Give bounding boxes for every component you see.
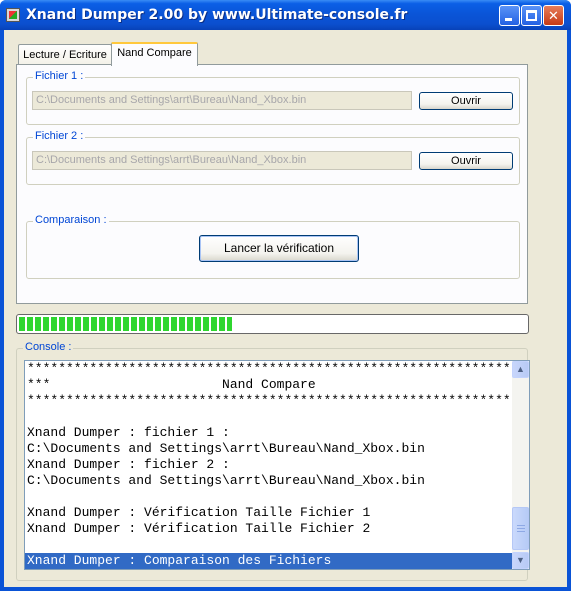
console-group: Console : ******************************… [16,341,530,581]
comparaison-legend: Comparaison : [33,214,109,226]
scroll-up-button[interactable]: ▲ [512,361,529,378]
title-bar[interactable]: Xnand Dumper 2.00 by www.Ultimate-consol… [0,0,571,30]
close-icon: ✕ [548,8,559,23]
console-legend: Console : [23,341,74,353]
fichier1-group: Fichier 1 : C:\Documents and Settings\ar… [26,70,520,125]
window-title: Xnand Dumper 2.00 by www.Ultimate-consol… [26,7,408,23]
progress-fill [19,317,232,331]
tab-panel-nand-compare: Fichier 1 : C:\Documents and Settings\ar… [16,64,528,304]
progress-bar [16,314,529,334]
console-line[interactable]: C:\Documents and Settings\arrt\Bureau\Na… [25,441,529,457]
console-line[interactable]: Xnand Dumper : Vérification Taille Fichi… [25,521,529,537]
scroll-down-button[interactable]: ▼ [512,552,529,569]
console-listbox[interactable]: ****************************************… [24,360,530,570]
window-frame-bottom [0,587,571,591]
window-frame-right [567,30,571,591]
lancer-verification-button[interactable]: Lancer la vérification [199,235,359,262]
close-button[interactable]: ✕ [543,5,564,26]
fichier2-path-field[interactable]: C:\Documents and Settings\arrt\Bureau\Na… [32,151,412,170]
grip-line [517,531,525,532]
console-line[interactable] [25,409,529,425]
fichier1-path-field[interactable]: C:\Documents and Settings\arrt\Bureau\Na… [32,91,412,110]
fichier2-ouvrir-button[interactable]: Ouvrir [419,152,513,170]
console-line[interactable]: ****************************************… [25,361,529,377]
console-lines: ****************************************… [25,361,529,569]
console-line[interactable]: C:\Documents and Settings\arrt\Bureau\Na… [25,473,529,489]
minimize-icon [505,18,512,21]
maximize-button[interactable] [521,5,542,26]
tab-lecture-ecriture[interactable]: Lecture / Ecriture [18,44,112,65]
fichier2-legend: Fichier 2 : [33,130,86,142]
console-scrollbar[interactable]: ▲ ▼ [512,361,529,569]
console-line[interactable]: Xnand Dumper : fichier 1 : [25,425,529,441]
fichier1-legend: Fichier 1 : [33,70,86,82]
scroll-down-icon: ▼ [516,555,525,565]
console-line[interactable]: Xnand Dumper : Vérification Taille Fichi… [25,505,529,521]
scroll-up-icon: ▲ [516,364,525,374]
client-area: Lecture / Ecriture Nand Compare Fichier … [4,30,567,587]
maximize-icon [526,10,537,21]
fichier1-ouvrir-button[interactable]: Ouvrir [419,92,513,110]
fichier2-group: Fichier 2 : C:\Documents and Settings\ar… [26,130,520,185]
scroll-thumb[interactable] [512,507,529,550]
grip-line [517,528,525,529]
application-window: Xnand Dumper 2.00 by www.Ultimate-consol… [0,0,571,591]
comparaison-group: Comparaison : Lancer la vérification [26,214,520,279]
console-line[interactable]: *** Nand Compare *** [25,377,529,393]
console-line[interactable]: ****************************************… [25,393,529,409]
console-line[interactable]: Xnand Dumper : Comparaison des Fichiers [25,553,529,569]
console-line[interactable]: Xnand Dumper : fichier 2 : [25,457,529,473]
tab-nand-compare[interactable]: Nand Compare [111,42,198,66]
app-icon[interactable] [6,8,20,22]
grip-line [517,525,525,526]
console-line[interactable] [25,537,529,553]
minimize-button[interactable] [499,5,520,26]
console-line[interactable] [25,489,529,505]
